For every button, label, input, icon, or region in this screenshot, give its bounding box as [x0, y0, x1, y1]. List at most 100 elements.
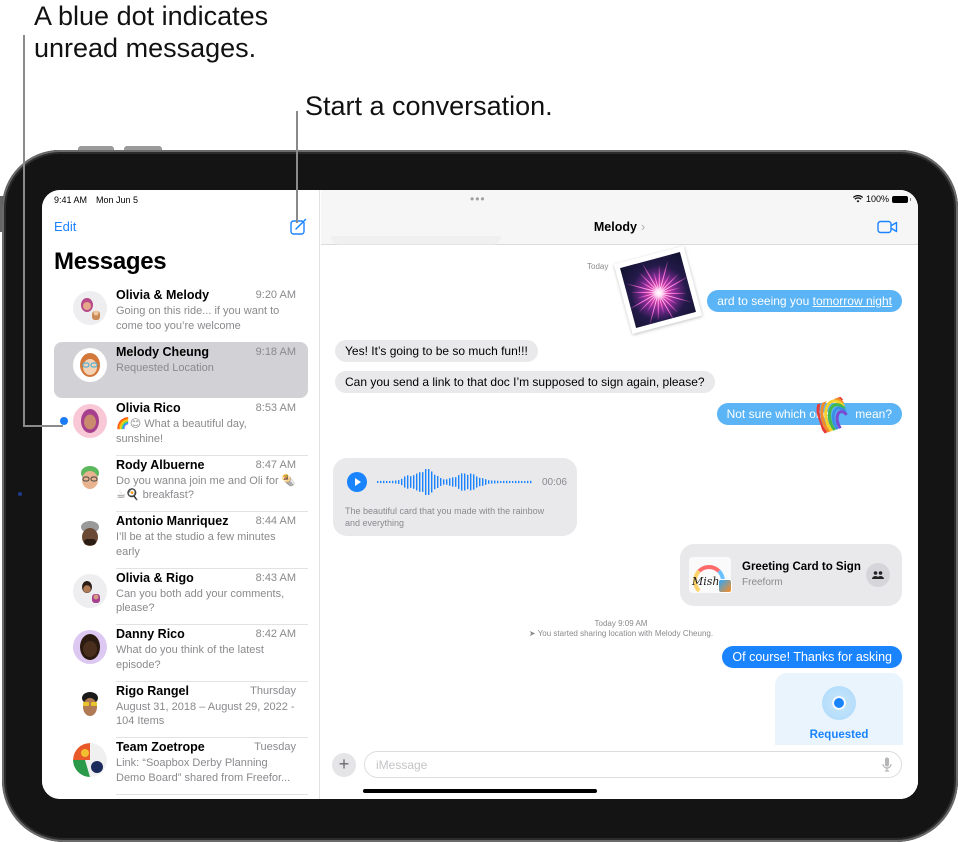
waveform-bar [497, 480, 499, 484]
card-thumbnail-text: Mish [692, 575, 720, 588]
waveform-bar [452, 477, 454, 487]
card-app-name: Freeform [742, 577, 783, 588]
message-time: 9:20 AM [255, 289, 296, 301]
video-camera-icon[interactable] [877, 220, 898, 234]
audio-waveform[interactable] [377, 468, 533, 496]
fireworks-image [620, 252, 696, 328]
waveform-bar [392, 480, 394, 484]
outgoing-message[interactable]: ard to seeing you tomorrow night [707, 290, 902, 312]
message-text: ard to seeing you [717, 294, 813, 308]
waveform-bar [473, 474, 475, 490]
waveform-bar [410, 476, 412, 488]
message-time: 9:18 AM [255, 345, 296, 358]
conversation-row[interactable]: Olivia & Rigo 8:43 AM Can you both add y… [42, 569, 320, 625]
callout-unread-messages: A blue dot indicates unread messages. [34, 1, 269, 63]
edit-button[interactable]: Edit [54, 219, 76, 234]
message-time: Thursday [250, 684, 296, 697]
contact-avatar [73, 347, 107, 382]
waveform-bar [515, 480, 517, 484]
waveform-bar [440, 477, 442, 487]
conversation-row[interactable]: Rody Albuerne 8:47 AM Do you wanna join … [42, 456, 320, 512]
conversation-row[interactable]: Danny Rico 8:42 AM What do you think of … [42, 625, 320, 682]
outgoing-message[interactable]: Not sure which one mean? [716, 403, 902, 425]
battery-percent: 100% [865, 194, 889, 204]
microphone-icon[interactable] [882, 757, 892, 772]
camera-icon [18, 492, 22, 496]
contact-name: Rody Albuerne [116, 457, 205, 472]
conversation-row-unread[interactable]: Olivia Rico 8:53 AM 🌈😊 What a beautiful … [42, 399, 320, 456]
waveform-bar [407, 475, 409, 489]
group-avatar [73, 743, 107, 777]
message-text: mean? [855, 407, 892, 421]
message-preview: Do you wanna join me and Oli for 🌯☕🍳 bre… [116, 474, 296, 502]
collaborators-icon[interactable] [866, 563, 890, 587]
location-note-text: You started sharing location with Melody… [537, 629, 714, 638]
message-preview: I’ll be at the studio a few minutes earl… [116, 531, 276, 558]
conversation-pane: ••• 100% Melody › Today ard to seeing you… [321, 190, 918, 799]
message-preview: What do you think of the latest episode? [116, 644, 264, 671]
timestamp-today: Today [587, 262, 609, 271]
waveform-bar [434, 474, 436, 490]
plus-icon[interactable]: + [332, 753, 356, 777]
card-title: Greeting Card to Sign [742, 561, 861, 573]
multitasking-dots[interactable]: ••• [470, 192, 486, 206]
message-preview: Requested Location [116, 361, 214, 374]
waveform-bar [383, 480, 385, 484]
message-time: 8:44 AM [255, 515, 296, 527]
waveform-bar [503, 480, 505, 484]
contact-title[interactable]: Melody › [321, 220, 918, 234]
contact-avatar [73, 686, 107, 721]
row-separator [116, 793, 308, 795]
audio-duration: 00:06 [541, 477, 567, 488]
waveform-bar [425, 469, 427, 495]
freeform-card-message[interactable]: Mish Greeting Card to Sign Freeform [680, 544, 902, 606]
waveform-bar [479, 477, 481, 487]
conversation-row[interactable]: Antonio Manriquez 8:44 AM I’ll be at the… [42, 512, 320, 569]
waveform-bar [395, 480, 397, 484]
contact-name: Olivia Rico [116, 401, 181, 415]
compose-icon[interactable] [290, 218, 307, 235]
ipad-screen: 9:41 AM Mon Jun 5 Edit Messages Olivia & … [42, 190, 918, 799]
play-icon[interactable] [347, 472, 367, 492]
home-indicator[interactable] [363, 789, 597, 793]
message-time: 8:47 AM [255, 458, 296, 471]
waveform-bar [446, 479, 448, 485]
waveform-bar [401, 478, 403, 486]
conversation-row[interactable]: Team Zoetrope Tuesday Link: “Soapbox Der… [42, 738, 320, 795]
waveform-bar [404, 476, 406, 488]
location-arrow-icon: ➤ [528, 629, 538, 638]
message-preview: August 31, 2018 – August 29, 2022 - 104 … [116, 700, 295, 728]
status-time: 9:41 AM [54, 195, 88, 205]
message-preview: Can you both add your comments, please? [116, 587, 285, 615]
incoming-message[interactable]: Yes! It’s going to be so much fun!!! [335, 340, 538, 362]
location-pin-icon [822, 686, 856, 720]
contact-avatar [73, 404, 107, 438]
fireworks-sticker[interactable] [613, 245, 703, 335]
incoming-message[interactable]: Can you send a link to that doc I’m supp… [335, 371, 715, 393]
waveform-bar [416, 473, 418, 491]
message-input[interactable] [364, 751, 902, 778]
waveform-bar [509, 480, 511, 484]
contact-name: Olivia & Melody [116, 288, 210, 302]
waveform-bar [428, 469, 430, 495]
waveform-bar [377, 481, 379, 483]
date-link[interactable]: tomorrow night [813, 294, 892, 308]
waveform-bar [419, 472, 421, 492]
callout-line [23, 35, 25, 427]
rainbow-sticker[interactable] [814, 396, 852, 434]
previous-message-bubble [331, 236, 501, 245]
conversation-row[interactable]: Rigo Rangel Thursday August 31, 2018 – A… [42, 682, 320, 738]
waveform-bar [461, 473, 463, 491]
callout-start-conversation: Start a conversation. [305, 91, 553, 121]
conversation-row[interactable]: Olivia & Melody 9:20 AM Going on this ri… [42, 286, 320, 343]
firework-ray [630, 291, 659, 293]
location-request[interactable]: Requested [775, 673, 903, 747]
waveform-bar [449, 478, 451, 486]
location-sharing-note: Today 9:09 AM ➤ You started sharing loca… [501, 619, 741, 639]
waveform-bar [488, 480, 490, 484]
outgoing-message[interactable]: Of course! Thanks for asking [722, 646, 902, 668]
waveform-bar [500, 481, 502, 483]
message-preview: 🌈😊 What a beautiful day, sunshine! [116, 418, 247, 445]
conversation-row-selected[interactable]: Melody Cheung 9:18 AM Requested Location [42, 341, 320, 400]
message-preview: Link: “Soapbox Derby Planning Demo Board… [116, 757, 291, 784]
